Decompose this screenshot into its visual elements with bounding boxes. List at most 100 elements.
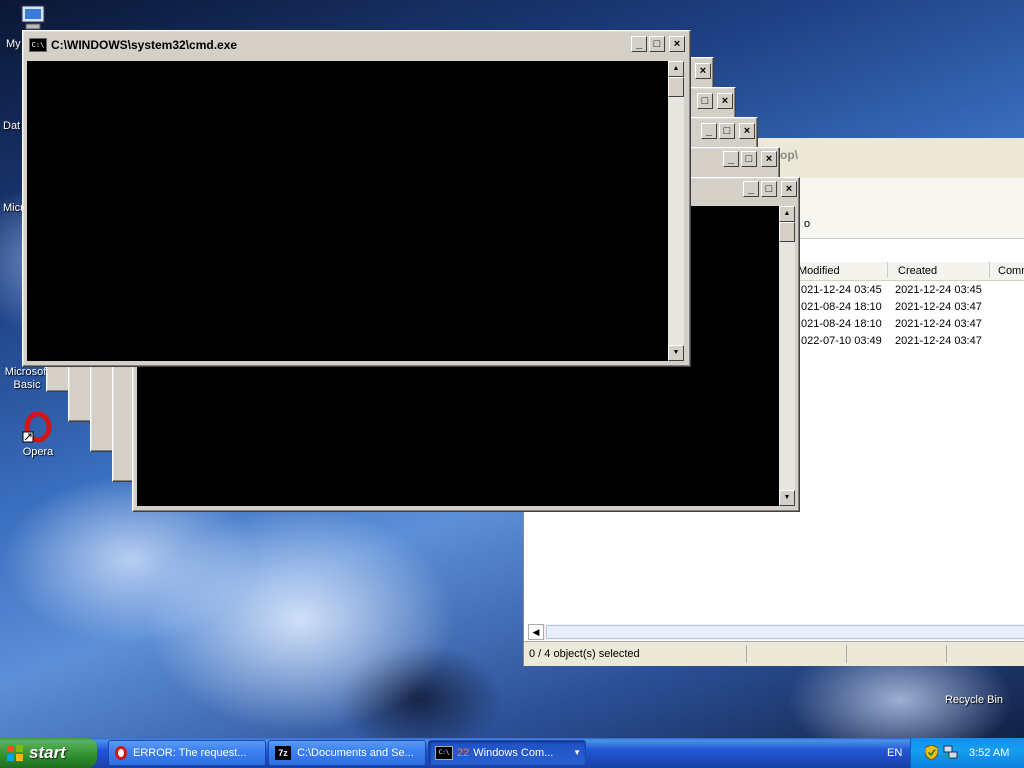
network-icon[interactable]: [943, 745, 958, 760]
close-button[interactable]: ×: [781, 181, 797, 197]
column-comment[interactable]: Comm: [998, 265, 1024, 277]
console-output[interactable]: [27, 61, 668, 361]
close-button[interactable]: ×: [717, 93, 733, 109]
start-button[interactable]: start: [0, 738, 97, 768]
maximize-icon: □: [723, 124, 731, 137]
minimize-button[interactable]: _: [701, 123, 717, 139]
minimize-icon: _: [727, 152, 735, 165]
column-modified[interactable]: Modified: [798, 265, 840, 277]
windows-logo-icon: [6, 744, 24, 762]
window-title: C:\WINDOWS\system32\cmd.exe: [51, 38, 238, 52]
desktop-icon-label: Micr: [3, 202, 24, 214]
maximize-icon: □: [701, 94, 709, 107]
scroll-down-arrow[interactable]: ▼: [779, 490, 795, 506]
maximize-button[interactable]: □: [649, 36, 665, 52]
window-controls: _ □ ×: [723, 151, 777, 167]
cell-modified: 022-07-10 03:49: [801, 335, 882, 347]
language-indicator[interactable]: EN: [887, 747, 902, 759]
minimize-icon: _: [705, 124, 713, 137]
cmd-icon: C:\: [435, 746, 453, 760]
cell-created: 2021-12-24 03:45: [895, 284, 982, 296]
scroll-thumb[interactable]: [546, 625, 1024, 639]
maximize-icon: □: [653, 37, 661, 50]
close-icon: ×: [673, 37, 681, 50]
cell-modified: 021-12-24 03:45: [801, 284, 882, 296]
maximize-icon: □: [745, 152, 753, 165]
maximize-button[interactable]: □: [719, 123, 735, 139]
scroll-thumb[interactable]: [668, 77, 684, 97]
window-controls: _ □ ×: [631, 36, 685, 52]
maximize-button[interactable]: □: [697, 93, 713, 109]
cmd-icon: C:\: [29, 38, 47, 52]
minimize-icon: _: [635, 37, 643, 50]
scroll-thumb[interactable]: [779, 222, 795, 242]
scroll-left-arrow[interactable]: ◀: [528, 624, 544, 640]
maximize-icon: □: [765, 182, 773, 195]
taskbar-item-label: ERROR: The request...: [133, 747, 247, 759]
close-button[interactable]: ×: [669, 36, 685, 52]
cell-modified: 021-08-24 18:10: [801, 301, 882, 313]
desktop-icon-opera[interactable]: Opera: [2, 411, 74, 459]
explorer-sub-label: o: [804, 218, 811, 230]
scroll-down-arrow[interactable]: ▼: [668, 345, 684, 361]
close-icon: ×: [699, 64, 707, 77]
opera-icon: [22, 411, 54, 444]
desktop-icon-label: Opera: [22, 446, 54, 458]
system-tray: 3:52 AM: [910, 738, 1024, 768]
clock[interactable]: 3:52 AM: [969, 747, 1009, 759]
close-icon: ×: [765, 152, 773, 165]
status-text: 0 / 4 object(s) selected: [529, 648, 640, 660]
scroll-up-arrow[interactable]: ▲: [668, 61, 684, 77]
taskbar: start ERROR: The request... 7z C:\Docume…: [0, 738, 1024, 768]
window-controls: _ □ ×: [701, 123, 755, 139]
minimize-button[interactable]: _: [631, 36, 647, 52]
cell-created: 2021-12-24 03:47: [895, 335, 982, 347]
title-bar[interactable]: C:\ C:\WINDOWS\system32\cmd.exe: [26, 34, 687, 56]
taskbar-item-label: C:\Documents and Se...: [297, 747, 414, 759]
taskbar-item-7zip[interactable]: 7z C:\Documents and Se...: [268, 740, 426, 766]
vertical-scrollbar[interactable]: ▲ ▼: [779, 206, 795, 506]
7zip-icon: 7z: [275, 746, 291, 760]
status-divider: [846, 645, 847, 663]
scroll-up-arrow[interactable]: ▲: [779, 206, 795, 222]
status-bar: 0 / 4 object(s) selected: [524, 641, 1024, 666]
status-divider: [746, 645, 747, 663]
cell-modified: 021-08-24 18:10: [801, 318, 882, 330]
column-created[interactable]: Created: [898, 265, 937, 277]
chevron-down-icon: ▼: [573, 748, 581, 757]
maximize-button[interactable]: □: [741, 151, 757, 167]
desktop-icon-label: Dat: [3, 120, 21, 132]
desktop-icon-label: My: [6, 38, 21, 50]
close-button[interactable]: ×: [739, 123, 755, 139]
close-icon: ×: [721, 94, 729, 107]
desktop-icon-label: Microsoft Basic: [4, 366, 50, 391]
security-shield-icon[interactable]: [924, 744, 939, 761]
start-label: start: [29, 743, 66, 762]
desktop-icon-label: Recycle Bin: [944, 694, 1004, 706]
taskbar-group-count: 22: [457, 747, 470, 759]
vertical-scrollbar[interactable]: ▲ ▼: [668, 61, 684, 361]
horizontal-scrollbar[interactable]: ◀: [528, 624, 1024, 640]
status-divider: [946, 645, 947, 663]
taskbar-item-opera[interactable]: ERROR: The request...: [108, 740, 266, 766]
close-button[interactable]: ×: [695, 63, 711, 79]
minimize-button[interactable]: _: [743, 181, 759, 197]
desktop-icon-recycle-bin[interactable]: Recycle Bin: [938, 694, 1010, 707]
close-button[interactable]: ×: [761, 151, 777, 167]
cell-created: 2021-12-24 03:47: [895, 318, 982, 330]
window-controls: _ □ ×: [743, 181, 797, 197]
column-divider: [989, 262, 990, 278]
taskbar-item-cmd-group[interactable]: C:\ 22 Windows Com... ▼: [428, 740, 586, 766]
maximize-button[interactable]: □: [761, 181, 777, 197]
cell-created: 2021-12-24 03:47: [895, 301, 982, 313]
window-controls: □ ×: [697, 93, 733, 109]
minimize-icon: _: [747, 182, 755, 195]
close-icon: ×: [743, 124, 751, 137]
column-divider: [887, 262, 888, 278]
close-icon: ×: [785, 182, 793, 195]
taskbar-item-label: Windows Com...: [473, 747, 554, 759]
opera-icon: [115, 746, 127, 760]
window-controls: ×: [693, 63, 711, 79]
cmd-window[interactable]: C:\ C:\WINDOWS\system32\cmd.exe _ □ × ▲ …: [22, 30, 691, 367]
minimize-button[interactable]: _: [723, 151, 739, 167]
